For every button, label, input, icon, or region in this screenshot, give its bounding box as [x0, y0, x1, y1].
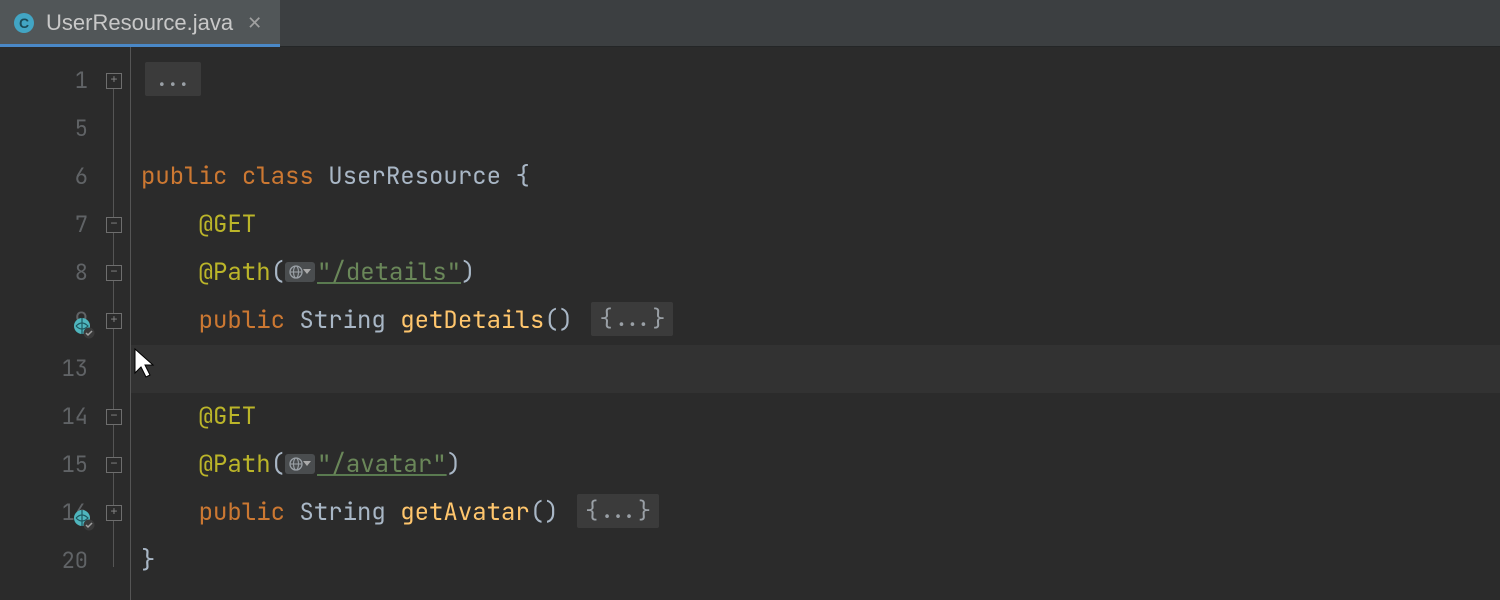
fold-expand-icon[interactable]: [106, 505, 122, 521]
code-line[interactable]: @GET: [131, 393, 1500, 441]
code-area[interactable]: ... public class UserResource { @GET @Pa…: [131, 47, 1500, 600]
folded-block[interactable]: {...}: [591, 302, 673, 336]
line-number[interactable]: 16: [0, 489, 100, 537]
url-globe-icon[interactable]: [285, 262, 315, 282]
line-number[interactable]: 20: [0, 537, 100, 585]
fold-expand-icon[interactable]: [106, 313, 122, 329]
line-number[interactable]: 6: [0, 153, 100, 201]
fold-expand-icon[interactable]: [106, 73, 122, 89]
line-number[interactable]: 5: [0, 105, 100, 153]
folded-block[interactable]: ...: [145, 62, 201, 96]
editor: 1 5 6 7 8 9 13 14 15 16: [0, 47, 1500, 600]
endpoint-gutter-icon[interactable]: [72, 309, 96, 333]
code-line[interactable]: [131, 345, 1500, 393]
code-line[interactable]: }: [131, 537, 1500, 585]
code-line[interactable]: @Path("/details"): [131, 249, 1500, 297]
line-number-gutter: 1 5 6 7 8 9 13 14 15 16: [0, 47, 100, 600]
line-number[interactable]: 9: [0, 297, 100, 345]
endpoint-gutter-icon[interactable]: [72, 501, 96, 525]
fold-collapse-icon[interactable]: [106, 217, 122, 233]
code-line[interactable]: public class UserResource {: [131, 153, 1500, 201]
line-number[interactable]: 1: [0, 57, 100, 105]
code-line[interactable]: [131, 105, 1500, 153]
close-icon[interactable]: ✕: [245, 13, 264, 34]
code-line[interactable]: ...: [131, 57, 1500, 105]
folded-block[interactable]: {...}: [577, 494, 659, 528]
fold-collapse-icon[interactable]: [106, 265, 122, 281]
line-number[interactable]: 14: [0, 393, 100, 441]
code-line[interactable]: @Path("/avatar"): [131, 441, 1500, 489]
fold-gutter: [100, 47, 131, 600]
fold-collapse-icon[interactable]: [106, 409, 122, 425]
line-number[interactable]: 15: [0, 441, 100, 489]
line-number[interactable]: 7: [0, 201, 100, 249]
url-globe-icon[interactable]: [285, 454, 315, 474]
class-file-icon: C: [14, 13, 34, 33]
code-line[interactable]: public String getDetails() {...}: [131, 297, 1500, 345]
tab-active[interactable]: C UserResource.java ✕: [0, 0, 280, 46]
tab-title: UserResource.java: [46, 10, 233, 36]
line-number[interactable]: 13: [0, 345, 100, 393]
code-line[interactable]: @GET: [131, 201, 1500, 249]
fold-collapse-icon[interactable]: [106, 457, 122, 473]
code-line[interactable]: public String getAvatar() {...}: [131, 489, 1500, 537]
line-number[interactable]: 8: [0, 249, 100, 297]
tab-bar: C UserResource.java ✕: [0, 0, 1500, 47]
